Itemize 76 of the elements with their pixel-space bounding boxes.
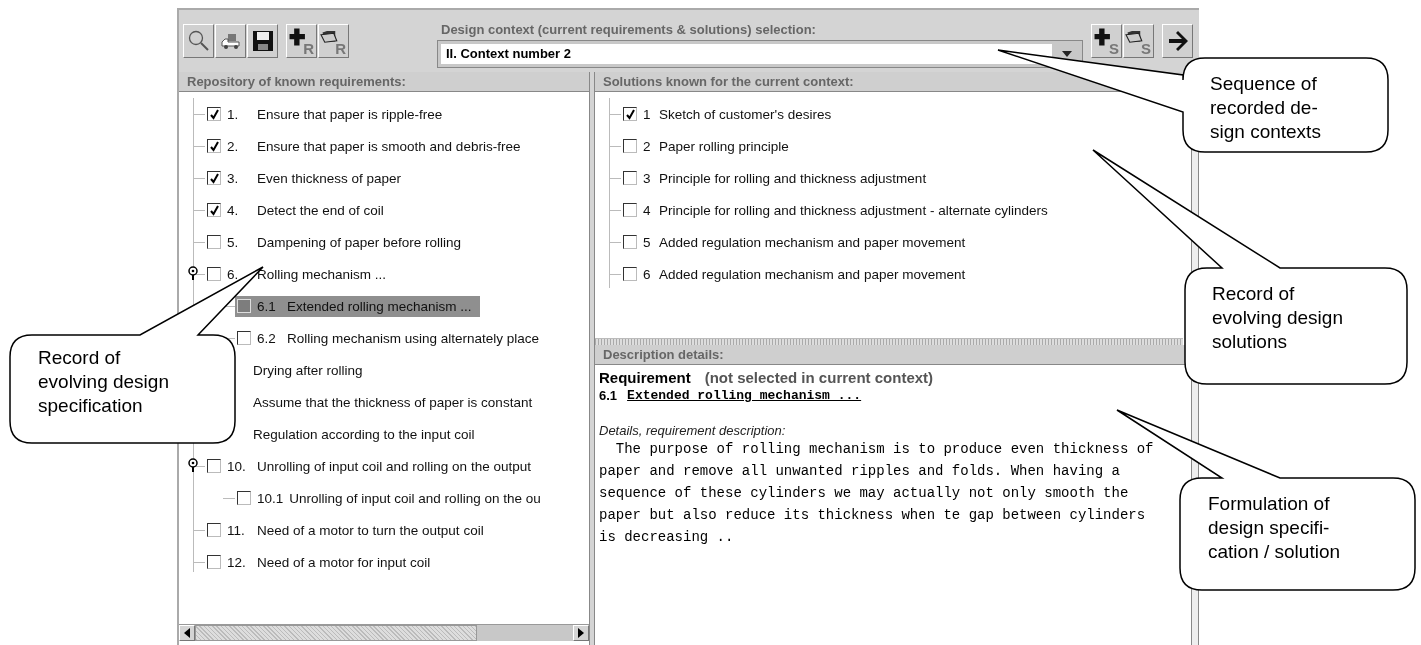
truck-icon — [218, 31, 243, 51]
tree-item[interactable]: Drying after rolling — [251, 359, 371, 381]
folder-icon — [1124, 28, 1145, 46]
callout-text: Record of evolving design specification — [38, 346, 169, 418]
checkbox[interactable] — [237, 491, 251, 505]
panel-header: Repository of known requirements: — [179, 72, 589, 92]
checkbox[interactable] — [207, 267, 221, 281]
item-title: Extended rolling mechanism ... — [627, 388, 862, 403]
scroll-left-button[interactable] — [179, 625, 195, 641]
scroll-right-button[interactable] — [573, 625, 589, 641]
checkbox[interactable] — [207, 235, 221, 249]
tree-item[interactable]: 4 Principle for rolling and thickness adjustment - alternate cylinders — [621, 199, 1056, 221]
description-text-line: paper but also reduce its thickness when te gap between cylinders — [599, 506, 1147, 525]
callout-text: Sequence of recorded de- sign contexts — [1210, 72, 1321, 144]
tree-item[interactable]: 6.1 Extended rolling mechanism ... — [235, 295, 480, 317]
tree-item[interactable]: 5 Added regulation mechanism and paper movement — [621, 231, 974, 253]
tree-item[interactable]: 2 Paper rolling principle — [621, 135, 797, 157]
tree-item[interactable]: 6. Rolling mechanism ... — [205, 263, 395, 285]
pin-icon[interactable] — [188, 458, 198, 472]
checkbox[interactable] — [623, 171, 637, 185]
description-text-line: The purpose of rolling mechanism is to produce even thickness of — [614, 440, 1155, 459]
checkbox[interactable] — [623, 107, 637, 121]
scrollbar-thumb[interactable] — [195, 625, 477, 641]
context-dropdown[interactable]: II. Context number 2 — [437, 40, 1083, 68]
context-selector-label: Design context (current requirements & solutions) selection: — [441, 22, 817, 37]
right-arrow-icon — [578, 628, 584, 638]
description-text-line: is decreasing .. — [599, 528, 735, 547]
tree-item[interactable]: 6 Added regulation mechanism and paper movement — [621, 263, 974, 285]
checkbox[interactable] — [207, 107, 221, 121]
item-number: 6.1 — [599, 388, 618, 403]
search-button[interactable] — [183, 24, 214, 58]
badge-letter: R — [303, 41, 314, 56]
details-label: Details, requirement description: — [599, 423, 787, 438]
description-text-line: paper and remove all unwanted ripples and folds. When having a — [599, 462, 1121, 481]
tree-item[interactable]: 10.1 Unrolling of input coil and rolling on the ou — [235, 487, 549, 509]
tree-item[interactable]: 3. Even thickness of paper — [205, 167, 410, 189]
badge-letter: S — [1109, 41, 1119, 56]
tree-item[interactable]: 5. Dampening of paper before rolling — [205, 231, 470, 253]
callout-text: Formulation of design specifi- cation / solution — [1208, 492, 1341, 564]
checkbox[interactable] — [207, 459, 221, 473]
tree-item[interactable]: Regulation according to the input coil — [251, 423, 483, 445]
description-text-line: sequence of these cylinders we may actually not only smooth the — [599, 484, 1130, 503]
tree-item[interactable]: Assume that the thickness of paper is constant — [251, 391, 541, 413]
badge-letter: S — [1141, 41, 1151, 56]
tree-item[interactable]: 10. Unrolling of input coil and rolling on the output — [205, 455, 539, 477]
forward-button[interactable] — [1162, 24, 1193, 58]
tree-item[interactable]: 12. Need of a motor for input coil — [205, 551, 439, 573]
badge-letter: R — [335, 41, 346, 56]
tree-item[interactable]: 3 Principle for rolling and thickness adjustment — [621, 167, 935, 189]
left-arrow-icon — [184, 628, 190, 638]
description-heading: Requirement — [599, 369, 691, 386]
checkbox[interactable] — [207, 171, 221, 185]
checkbox[interactable] — [207, 523, 221, 537]
checkbox[interactable] — [623, 139, 637, 153]
checkbox[interactable] — [207, 139, 221, 153]
pin-icon[interactable] — [188, 266, 198, 280]
checkbox[interactable] — [207, 203, 221, 217]
search-icon — [186, 29, 211, 53]
tree-item[interactable]: 11. Need of a motor to turn the output coil — [205, 519, 492, 541]
tree-item[interactable]: 1. Ensure that paper is ripple-free — [205, 103, 451, 125]
status-note: (not selected in current context) — [704, 369, 934, 386]
checkbox[interactable] — [623, 235, 637, 249]
dropdown-caret-icon — [1062, 51, 1072, 57]
save-button[interactable] — [247, 24, 278, 58]
tree-item[interactable]: 1 Sketch of customer's desires — [621, 103, 840, 125]
truck-button[interactable] — [215, 24, 246, 58]
callout-text: Record of evolving design solutions — [1212, 282, 1343, 354]
checkbox[interactable] — [207, 555, 221, 569]
checkbox[interactable] — [237, 331, 251, 345]
checkbox[interactable] — [623, 267, 637, 281]
checkbox[interactable] — [623, 203, 637, 217]
scrollbar-track[interactable] — [179, 624, 589, 641]
tree-item[interactable]: 4. Detect the end of coil — [205, 199, 392, 221]
tree-item[interactable]: 6.2 Rolling mechanism using alternately place — [235, 327, 548, 349]
folder-icon — [319, 28, 340, 46]
tree-item[interactable]: 2. Ensure that paper is smooth and debris-free — [205, 135, 529, 157]
